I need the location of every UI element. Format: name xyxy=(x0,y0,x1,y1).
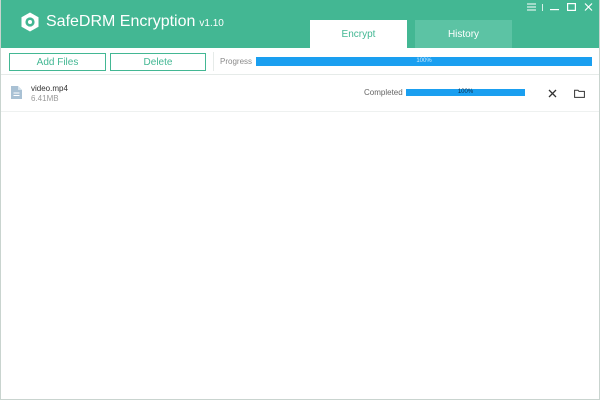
open-folder-icon xyxy=(573,89,585,98)
close-button[interactable] xyxy=(581,1,595,13)
app-title: SafeDRM Encryption v1.10 xyxy=(46,11,224,35)
progress-label: Progress xyxy=(220,57,253,66)
file-icon xyxy=(11,86,22,99)
app-logo-icon xyxy=(21,12,39,32)
app-name: SafeDRM Encryption xyxy=(46,13,196,30)
minimize-icon xyxy=(549,9,559,11)
file-status: Completed xyxy=(364,88,403,97)
title-bar: SafeDRM Encryption v1.10 Encrypt History xyxy=(1,0,599,48)
maximize-icon xyxy=(566,3,576,11)
open-folder-button[interactable] xyxy=(573,87,585,99)
overall-progress-text: 100% xyxy=(416,58,432,64)
close-icon xyxy=(584,3,592,11)
file-progress-text: 100% xyxy=(457,89,474,95)
add-files-button[interactable]: Add Files xyxy=(9,53,106,71)
remove-file-button[interactable] xyxy=(546,87,558,99)
maximize-button[interactable] xyxy=(564,1,578,13)
file-name: video.mp4 xyxy=(31,84,68,93)
file-size: 6.41MB xyxy=(31,94,59,103)
window-controls xyxy=(521,1,595,13)
overall-progress-bar: 100% xyxy=(256,57,592,66)
tab-history[interactable]: History xyxy=(415,20,512,48)
window-controls-separator xyxy=(542,3,543,11)
toolbar: Add Files Delete Progress 100% xyxy=(1,48,599,75)
app-window: SafeDRM Encryption v1.10 Encrypt History… xyxy=(0,0,600,400)
app-version: v1.10 xyxy=(199,18,224,29)
tab-encrypt[interactable]: Encrypt xyxy=(310,20,407,48)
file-row[interactable]: video.mp4 6.41MB Completed 100% xyxy=(1,78,599,112)
menu-button[interactable] xyxy=(524,1,538,13)
delete-button[interactable]: Delete xyxy=(110,53,206,71)
menu-icon xyxy=(526,3,536,11)
remove-icon xyxy=(548,89,556,97)
minimize-button[interactable] xyxy=(547,1,561,13)
toolbar-divider xyxy=(213,52,214,71)
file-progress-bar: 100% xyxy=(406,89,525,96)
